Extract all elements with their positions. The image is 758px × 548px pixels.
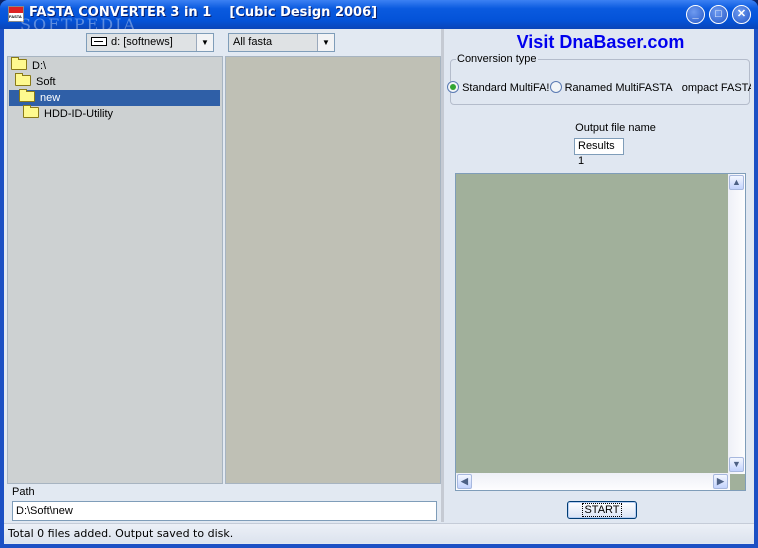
title-bar[interactable]: FASTA CONVERTER 3 in 1 [Cubic Design 200… bbox=[0, 0, 758, 34]
open-folder-icon bbox=[11, 57, 27, 70]
output-file-label: Output file name bbox=[575, 122, 656, 134]
path-input[interactable]: D:\Soft\new bbox=[12, 501, 437, 521]
radio-standard-multifasta[interactable]: Standard MultiFA! bbox=[447, 81, 550, 94]
radio-renamed-multifasta[interactable]: Ranamed MultiFASTA bbox=[549, 81, 673, 94]
open-folder-icon bbox=[19, 89, 35, 102]
tree-item-soft[interactable]: Soft bbox=[15, 73, 56, 90]
right-pane: Visit DnaBaser.com Conversion type Stand… bbox=[447, 29, 754, 522]
tree-item-d[interactable]: D:\ bbox=[11, 57, 46, 74]
client-area: d: [softnews] ▼ All fasta ▼ D:\ Soft new… bbox=[4, 29, 754, 544]
vertical-scrollbar[interactable]: ▲ ▼ bbox=[728, 174, 745, 474]
open-folder-icon bbox=[15, 73, 31, 86]
output-memo[interactable]: ▲ ▼ ◀ ▶ bbox=[455, 173, 746, 491]
scroll-down-icon[interactable]: ▼ bbox=[729, 457, 744, 472]
file-list[interactable] bbox=[225, 56, 441, 484]
scroll-up-icon[interactable]: ▲ bbox=[729, 175, 744, 190]
maximize-button[interactable]: □ bbox=[709, 5, 728, 24]
conversion-options: Standard MultiFA! Ranamed MultiFASTA omp… bbox=[447, 81, 751, 94]
drive-combo-value: d: [softnews] bbox=[111, 36, 173, 48]
dnabaser-link[interactable]: Visit DnaBaser.com bbox=[447, 32, 754, 53]
start-button[interactable]: START bbox=[567, 501, 637, 519]
radio-unchecked-icon bbox=[549, 81, 562, 93]
filter-combo-value: All fasta bbox=[233, 36, 273, 48]
app-window: FASTA CONVERTER 3 in 1 [Cubic Design 200… bbox=[0, 0, 758, 548]
folder-tree[interactable]: D:\ Soft new HDD-ID-Utility bbox=[7, 56, 223, 484]
conversion-type-title: Conversion type bbox=[456, 53, 538, 65]
scroll-left-icon[interactable]: ◀ bbox=[457, 474, 472, 489]
path-label: Path bbox=[12, 486, 35, 498]
chevron-down-icon[interactable]: ▼ bbox=[196, 34, 213, 51]
conversion-type-group: Conversion type Standard MultiFA! Raname… bbox=[447, 53, 751, 105]
filter-combo[interactable]: All fasta ▼ bbox=[228, 33, 335, 52]
drive-combo[interactable]: d: [softnews] ▼ bbox=[86, 33, 214, 52]
drive-icon bbox=[91, 37, 107, 46]
folder-icon bbox=[23, 105, 39, 118]
status-bar: Total 0 files added. Output saved to dis… bbox=[4, 523, 754, 543]
tree-item-new[interactable]: new bbox=[9, 89, 220, 106]
radio-checked-icon bbox=[447, 81, 459, 93]
output-file-input[interactable]: Results 1 bbox=[574, 138, 624, 167]
scroll-right-icon[interactable]: ▶ bbox=[713, 474, 728, 489]
radio-compact-fasta[interactable]: ompact FASTA bbox=[682, 82, 751, 94]
chevron-down-icon[interactable]: ▼ bbox=[317, 34, 334, 51]
close-button[interactable]: ✕ bbox=[732, 5, 751, 24]
minimize-button[interactable]: _ bbox=[686, 5, 705, 24]
left-pane: d: [softnews] ▼ All fasta ▼ D:\ Soft new… bbox=[4, 29, 444, 522]
tree-item-hdd-id-utility[interactable]: HDD-ID-Utility bbox=[23, 105, 113, 122]
horizontal-scrollbar[interactable]: ◀ ▶ bbox=[456, 473, 730, 490]
